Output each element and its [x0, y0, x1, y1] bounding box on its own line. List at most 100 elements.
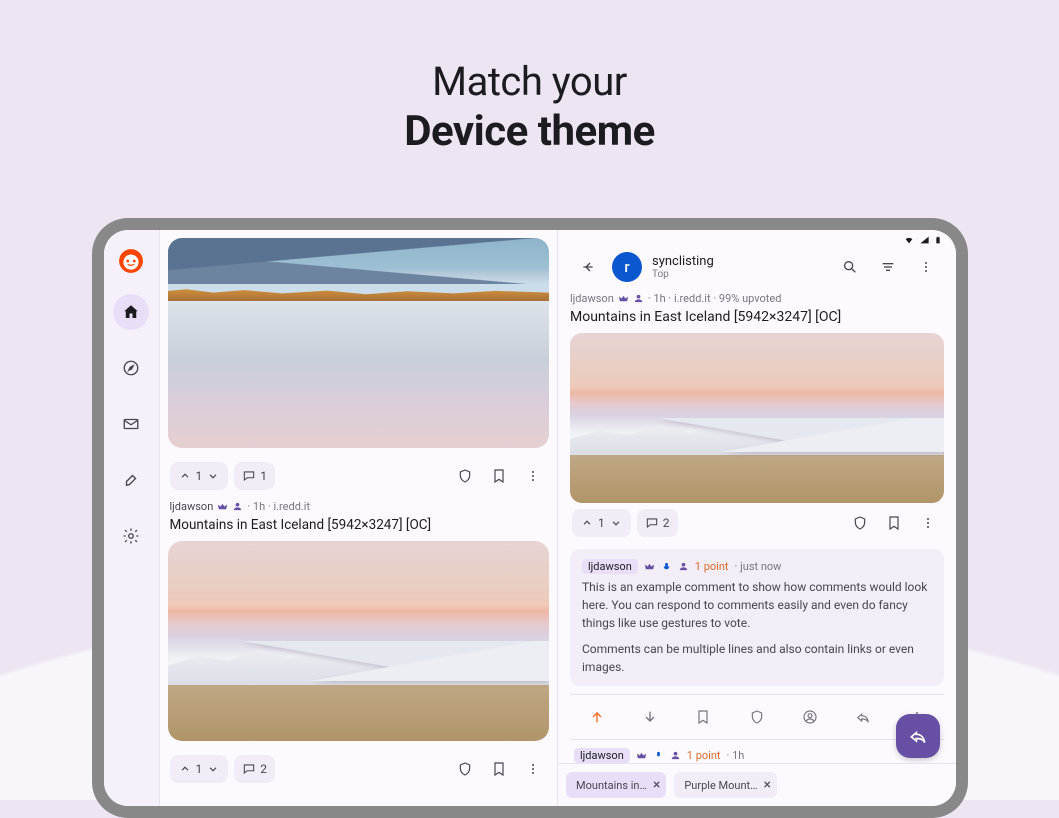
shield-button[interactable] — [846, 509, 874, 537]
app-logo-icon — [118, 248, 144, 274]
account-circle-icon — [802, 709, 818, 725]
post-card-2[interactable] — [168, 541, 550, 741]
post-image-1[interactable] — [168, 238, 550, 448]
bookmark-icon — [491, 761, 507, 777]
more-vert-icon — [920, 515, 936, 531]
search-button[interactable] — [836, 253, 864, 281]
comment-body-2: Comments can be multiple lines and also … — [582, 640, 932, 676]
comment-1[interactable]: ljdawson 1 point · just now This is an e… — [570, 549, 944, 686]
signal-icon — [919, 235, 930, 245]
author: ljdawson — [170, 500, 214, 513]
comments-chip[interactable]: 2 — [637, 509, 678, 537]
tab-label: Mountains in… — [576, 779, 647, 792]
vote-chip[interactable]: 1 — [572, 509, 631, 537]
more-button[interactable] — [912, 253, 940, 281]
reply-icon — [855, 709, 871, 725]
crown-icon — [636, 750, 647, 761]
comments-chip[interactable]: 2 — [234, 755, 275, 783]
more-vert-icon — [918, 259, 934, 275]
crown-icon — [618, 293, 629, 304]
arrow-up-icon — [589, 709, 605, 725]
user-badge-icon — [232, 501, 243, 512]
compass-icon — [122, 359, 140, 377]
comment-points: 1 point — [695, 560, 729, 573]
comment-actions-bar — [570, 694, 944, 740]
sidebar-explore[interactable] — [113, 350, 149, 386]
crown-icon — [217, 501, 228, 512]
hero-line2: Device theme — [0, 107, 1059, 156]
comment-icon — [645, 516, 659, 530]
detail-post-meta: ljdawson · 1h · i.redd.it · 99% upvoted — [570, 292, 944, 305]
post-card-1[interactable] — [168, 238, 550, 448]
bookmark-button[interactable] — [683, 703, 723, 731]
sort-label[interactable]: Top — [652, 269, 826, 280]
vote-count: 1 — [598, 516, 605, 530]
upvote-button[interactable] — [577, 703, 617, 731]
more-button[interactable] — [519, 755, 547, 783]
mic-badge-icon — [653, 750, 664, 761]
shield-icon — [457, 468, 473, 484]
arrow-left-icon — [580, 259, 596, 275]
vote-count: 1 — [196, 762, 203, 776]
bookmark-button[interactable] — [485, 462, 513, 490]
comments-chip[interactable]: 1 — [234, 462, 275, 490]
shield-button[interactable] — [737, 703, 777, 731]
tab-label: Purple Mount… — [684, 779, 757, 792]
subreddit-name[interactable]: synclisting — [652, 254, 826, 269]
reply-fab[interactable] — [896, 714, 940, 758]
bookmark-icon — [695, 709, 711, 725]
comment-count: 2 — [663, 516, 670, 530]
more-button[interactable] — [519, 462, 547, 490]
downvote-icon — [206, 762, 220, 776]
shield-icon — [852, 515, 868, 531]
vote-chip[interactable]: 1 — [170, 755, 229, 783]
sort-icon — [880, 259, 896, 275]
downvote-icon — [206, 469, 220, 483]
comment-count: 2 — [260, 762, 267, 776]
downvote-button[interactable] — [630, 703, 670, 731]
reply-button[interactable] — [843, 703, 883, 731]
profile-button[interactable] — [790, 703, 830, 731]
user-badge-icon — [670, 750, 681, 761]
crown-icon — [644, 561, 655, 572]
sidebar-moderation[interactable] — [113, 462, 149, 498]
vote-chip[interactable]: 1 — [170, 462, 229, 490]
upvote-icon — [178, 469, 192, 483]
sort-button[interactable] — [874, 253, 902, 281]
sidebar-home[interactable] — [113, 294, 149, 330]
tab-2[interactable]: Purple Mount… × — [674, 772, 777, 798]
bookmark-icon — [886, 515, 902, 531]
comment-time: · 1h — [727, 749, 745, 762]
comment-icon — [242, 762, 256, 776]
shield-button[interactable] — [451, 755, 479, 783]
user-badge-icon — [633, 293, 644, 304]
more-button[interactable] — [914, 509, 942, 537]
post2-title[interactable]: Mountains in East Iceland [5942×3247] [O… — [168, 515, 550, 541]
mail-icon — [122, 415, 140, 433]
close-icon[interactable]: × — [763, 777, 770, 793]
back-button[interactable] — [574, 253, 602, 281]
shield-hammer-icon — [122, 471, 140, 489]
user-badge-icon — [678, 561, 689, 572]
tab-1[interactable]: Mountains in… × — [566, 772, 666, 798]
wifi-icon — [903, 235, 915, 245]
shield-button[interactable] — [451, 462, 479, 490]
meta-tail: · 1h · i.redd.it — [247, 500, 310, 513]
comment-author: ljdawson — [574, 748, 630, 763]
post-image-2[interactable] — [168, 541, 550, 741]
status-bar — [903, 234, 942, 246]
sidebar-inbox[interactable] — [113, 406, 149, 442]
detail-pane: r synclisting Top ljdawson · 1h · i.redd… — [558, 230, 956, 806]
bookmark-button[interactable] — [880, 509, 908, 537]
sidebar-settings[interactable] — [113, 518, 149, 554]
detail-post-image[interactable] — [570, 333, 944, 503]
post1-actions: 1 1 — [168, 456, 550, 494]
subreddit-avatar[interactable]: r — [612, 252, 642, 282]
close-icon[interactable]: × — [653, 777, 660, 793]
vote-count: 1 — [196, 469, 203, 483]
bookmark-button[interactable] — [485, 755, 513, 783]
shield-icon — [749, 709, 765, 725]
battery-icon — [934, 234, 942, 246]
gear-icon — [122, 527, 140, 545]
hero-line1: Match your — [0, 58, 1059, 105]
